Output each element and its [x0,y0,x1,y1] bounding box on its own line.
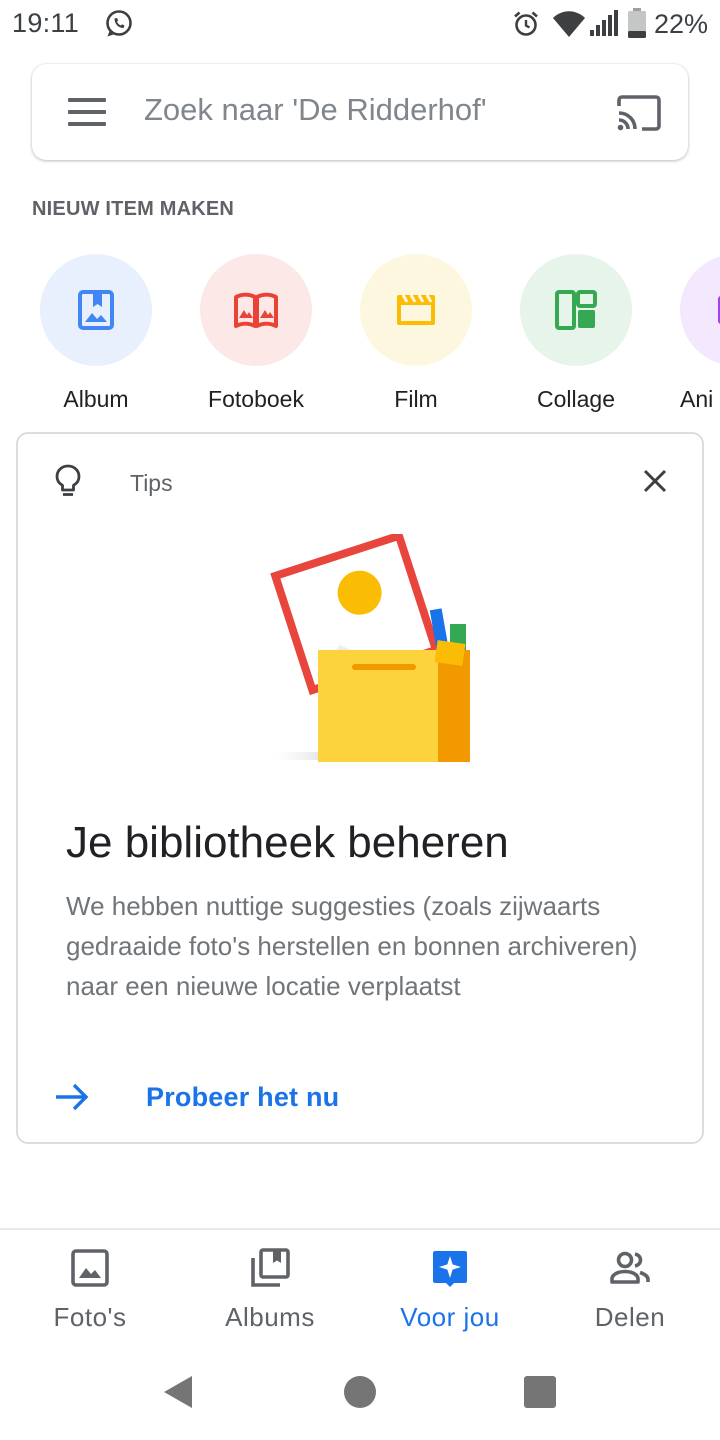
sharing-icon [610,1251,650,1284]
try-now-label: Probeer het nu [146,1082,340,1112]
battery-icon [628,8,646,38]
nav-for-you-label: Voor jou [400,1302,500,1332]
create-album-button[interactable]: Album [16,254,176,424]
wifi-icon [553,11,585,37]
create-animation-label: Ani [680,386,714,412]
cast-icon[interactable] [616,94,662,132]
nav-sharing-label: Delen [594,1302,666,1332]
animation-icon [718,296,720,324]
create-photobook-label: Fotoboek [208,386,304,412]
alarm-icon [514,11,538,36]
tips-body: We hebben nuttige suggesties (zoals zijw… [66,891,638,1001]
create-row: Album Fotoboek Film Collage Ani [0,254,720,424]
menu-icon[interactable] [68,98,106,126]
album-icon [78,290,114,330]
collage-icon [555,290,597,330]
library-illustration [264,534,470,762]
for-you-icon [433,1251,467,1287]
lightbulb-icon [55,464,81,496]
create-collage-button[interactable]: Collage [496,254,656,424]
film-circle [360,254,472,366]
recent-apps-button[interactable] [524,1376,556,1408]
battery-percent: 22% [654,9,709,39]
home-button[interactable] [344,1376,376,1408]
create-film-label: Film [394,386,438,412]
create-film-button[interactable]: Film [336,254,496,424]
try-now-button[interactable]: Probeer het nu [54,1074,394,1124]
tips-label: Tips [130,470,173,496]
photobook-circle [200,254,312,366]
create-album-label: Album [63,386,129,412]
nav-sharing[interactable]: Delen [540,1230,720,1350]
albums-icon [251,1248,290,1287]
album-circle [40,254,152,366]
arrow-right-icon [56,1083,89,1111]
whatsapp-icon [106,10,132,37]
nav-photos-label: Foto's [53,1302,127,1332]
nav-for-you[interactable]: Voor jou [360,1230,540,1350]
bottom-navigation: Foto's Albums Voor jou Delen [0,1228,720,1348]
search-input[interactable]: Zoek naar 'De Ridderhof' [144,92,487,128]
animation-circle [680,254,720,366]
nav-photos[interactable]: Foto's [0,1230,180,1350]
photos-icon [71,1249,109,1287]
create-section-title: NIEUW ITEM MAKEN [32,198,235,220]
tips-heading: Je bibliotheek beheren [66,818,509,867]
collage-circle [520,254,632,366]
create-collage-label: Collage [537,386,615,412]
tips-card: Tips Je bibliotheek beheren We hebben nu… [16,432,704,1144]
photobook-icon [234,292,278,328]
signal-icon [590,10,618,36]
search-bar[interactable]: Zoek naar 'De Ridderhof' [32,64,688,160]
create-photobook-button[interactable]: Fotoboek [176,254,336,424]
nav-albums-label: Albums [225,1302,315,1332]
film-icon [397,294,435,325]
nav-albums[interactable]: Albums [180,1230,360,1350]
status-bar: 19:11 22% [0,0,720,50]
back-icon[interactable] [162,1374,194,1410]
status-time: 19:11 [12,8,80,38]
create-animation-button[interactable]: Ani [656,254,720,424]
close-icon[interactable] [642,468,668,494]
system-navigation [0,1348,720,1440]
